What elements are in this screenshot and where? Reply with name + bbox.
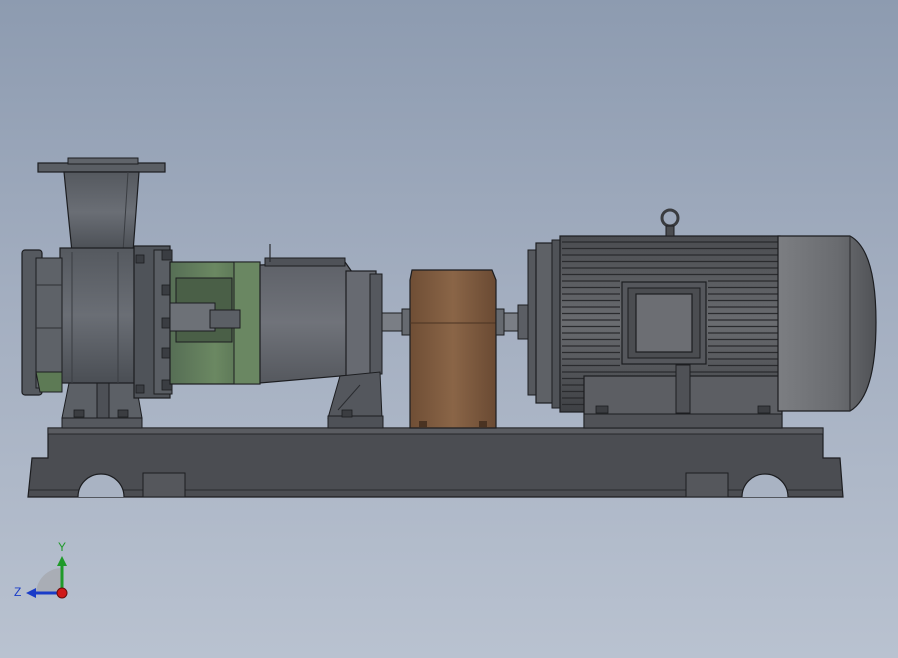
pump-assembly-drawing: Y Z [14, 157, 877, 599]
baseplate [27, 427, 844, 498]
motor-shaft [495, 304, 531, 340]
coordinate-triad: Y Z [14, 540, 68, 599]
pump-shaft [381, 308, 413, 336]
x-axis-origin [56, 587, 68, 599]
z-axis-label: Z [14, 585, 21, 599]
z-axis-arrowhead [26, 588, 36, 598]
y-axis-arrowhead [57, 556, 67, 566]
bearing-housing [259, 244, 384, 429]
pump-casing [21, 157, 173, 399]
y-axis-label: Y [58, 540, 66, 554]
coupling-guard [409, 269, 497, 429]
bearing-frame-adapter [169, 261, 261, 385]
electric-motor [527, 208, 877, 429]
cad-viewport[interactable]: Y Z [0, 0, 898, 658]
